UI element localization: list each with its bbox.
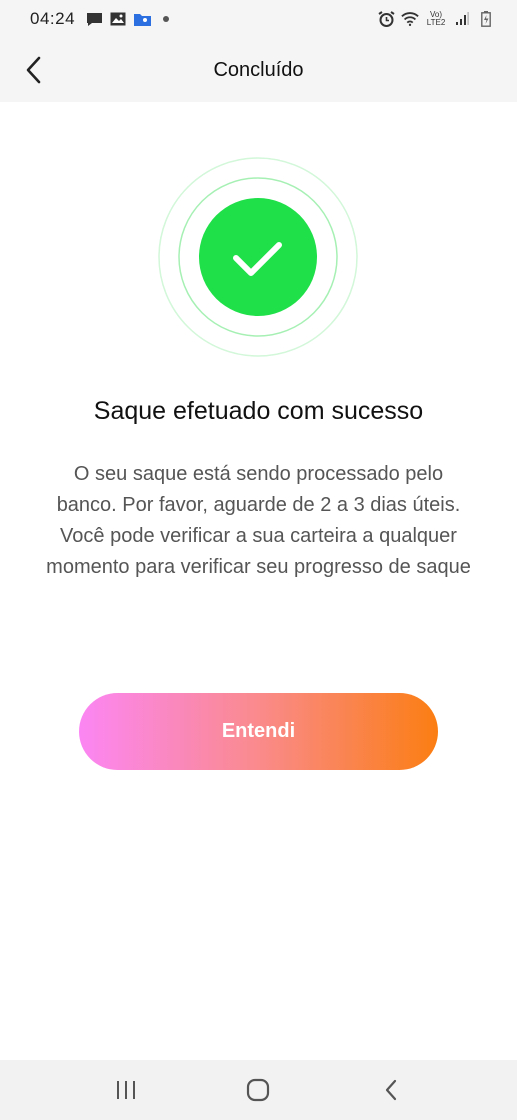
success-circle (199, 198, 317, 316)
page-title: Concluído (213, 58, 304, 81)
chevron-left-icon (26, 56, 41, 84)
success-message: O seu saque está sendo processado pelo b… (18, 459, 499, 583)
folder-icon (133, 11, 151, 27)
lte-bottom-label: LTE2 (426, 18, 446, 27)
message-icon (85, 11, 103, 27)
nav-back-button[interactable] (366, 1065, 416, 1115)
notification-icons (85, 11, 175, 27)
status-time: 04:24 (30, 9, 76, 28)
alarm-icon (377, 11, 395, 27)
understood-button[interactable]: Entendi (79, 693, 438, 770)
home-button[interactable] (233, 1065, 283, 1115)
image-icon (109, 11, 127, 27)
app-bar: Concluído (0, 38, 517, 102)
recents-button[interactable] (101, 1065, 151, 1115)
lte-icon: Vo) LTE2 (425, 11, 447, 27)
back-icon (385, 1079, 396, 1101)
message-line: Você pode verificar a sua carteira a qua… (60, 525, 457, 547)
recents-icon (117, 1081, 136, 1099)
home-icon (247, 1078, 270, 1102)
dot-icon (157, 11, 175, 27)
success-graphic (158, 157, 358, 357)
signal-icon (453, 11, 471, 27)
message-line: O seu saque está sendo processado pelo (73, 463, 444, 485)
success-headline: Saque efetuado com sucesso (93, 397, 424, 425)
status-bar: 04:24 Vo) LTE2 (0, 0, 517, 38)
message-line: momento para verificar seu progresso de … (46, 556, 471, 578)
system-icons: Vo) LTE2 (377, 11, 495, 27)
message-line: banco. Por favor, aguarde de 2 a 3 dias … (56, 494, 461, 516)
back-button[interactable] (16, 52, 52, 88)
battery-icon (477, 11, 495, 27)
understood-button-label: Entendi (221, 720, 296, 742)
wifi-icon (401, 11, 419, 27)
system-nav-bar (0, 1060, 517, 1120)
